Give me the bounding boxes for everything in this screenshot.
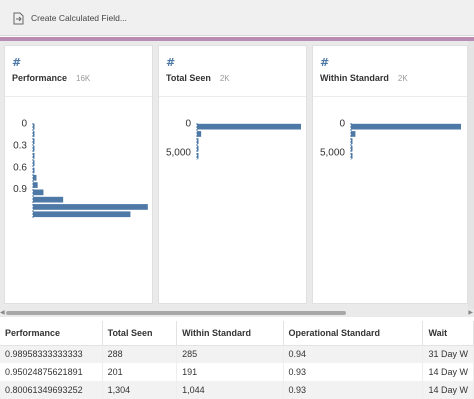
- histogram-total-seen[interactable]: 0 5,000: [159, 46, 308, 305]
- histogram-bar[interactable]: [33, 123, 35, 130]
- histogram-performance[interactable]: 0 0.3 0.6 0.9: [5, 46, 154, 305]
- table-cell[interactable]: 0.93: [283, 363, 424, 381]
- histogram-axis-label: 5,000: [320, 148, 345, 159]
- histogram-bar[interactable]: [197, 138, 199, 145]
- table-cell[interactable]: 1,304: [102, 381, 178, 399]
- histogram-within-standard[interactable]: 0 5,000: [313, 46, 469, 305]
- histogram-axis-label: 0: [21, 119, 27, 130]
- scroll-left-icon[interactable]: ◀: [0, 309, 5, 316]
- table-row[interactable]: 0.95024875621891 201 191 0.93 14 Day W: [0, 363, 474, 381]
- histogram-bar[interactable]: [197, 131, 202, 137]
- table-cell[interactable]: 288: [102, 345, 178, 363]
- profile-card-within-standard[interactable]: # Within Standard 2K 0 5,000: [312, 45, 468, 304]
- histogram-bar[interactable]: [33, 160, 35, 166]
- histogram-bar[interactable]: [33, 174, 37, 181]
- histogram-bar[interactable]: [33, 131, 35, 137]
- header-row: Performance Total Seen Within Standard O…: [0, 321, 474, 346]
- table-cell[interactable]: 14 Day W: [422, 381, 474, 399]
- table-cell[interactable]: 0.95024875621891: [0, 363, 103, 381]
- histogram-bar[interactable]: [33, 189, 44, 196]
- scroll-right-icon[interactable]: ▶: [468, 309, 473, 316]
- histogram-bar[interactable]: [33, 167, 35, 174]
- histogram-axis-label: 5,000: [166, 148, 191, 159]
- column-header[interactable]: Performance: [0, 321, 103, 346]
- profile-card-total-seen[interactable]: # Total Seen 2K 0 5,000: [158, 45, 307, 304]
- toolbar: Create Calculated Field...: [0, 0, 474, 36]
- vertical-scrollbar[interactable]: [468, 41, 474, 309]
- data-grid: Performance Total Seen Within Standard O…: [0, 321, 474, 399]
- histogram-bar[interactable]: [33, 153, 35, 159]
- histogram-bar[interactable]: [33, 211, 131, 218]
- column-header[interactable]: Wait: [422, 321, 474, 346]
- table-cell[interactable]: 0.94: [283, 345, 424, 363]
- histogram-axis-label: 0.6: [13, 162, 27, 173]
- column-header[interactable]: Within Standard: [176, 321, 284, 346]
- table-cell[interactable]: 191: [176, 363, 284, 381]
- histogram-bar[interactable]: [33, 182, 38, 188]
- table-cell[interactable]: 0.93: [283, 381, 424, 399]
- table-row[interactable]: 0.80061349693252 1,304 1,044 0.93 14 Day…: [0, 381, 474, 399]
- create-calculated-field-button[interactable]: Create Calculated Field...: [13, 9, 127, 27]
- scrollbar-thumb[interactable]: [6, 311, 346, 315]
- histogram-bar[interactable]: [351, 123, 461, 130]
- histogram-bar[interactable]: [33, 138, 35, 145]
- histogram-bar[interactable]: [351, 131, 356, 137]
- profile-card-performance[interactable]: # Performance 16K 0 0.3 0.6 0.9: [4, 45, 153, 304]
- histogram-bar[interactable]: [351, 138, 353, 145]
- histogram-bar[interactable]: [351, 153, 353, 159]
- column-header[interactable]: Total Seen: [102, 321, 178, 346]
- profile-pane: # Performance 16K 0 0.3 0.6 0.9 # Total Seen…: [0, 41, 474, 317]
- histogram-bar[interactable]: [197, 153, 199, 159]
- table-cell[interactable]: 201: [102, 363, 178, 381]
- histogram-axis-label: 0.9: [13, 184, 27, 195]
- table-cell[interactable]: 0.98958333333333: [0, 345, 103, 363]
- table-row[interactable]: 0.98958333333333 288 285 0.94 31 Day W: [0, 345, 474, 363]
- histogram-bar[interactable]: [33, 196, 64, 203]
- histogram-bar[interactable]: [351, 145, 353, 152]
- create-calculated-field-label: Create Calculated Field...: [31, 13, 127, 23]
- table-cell[interactable]: 1,044: [176, 381, 284, 399]
- histogram-axis-label: 0: [339, 119, 345, 130]
- histogram-axis-label: 0.3: [13, 140, 27, 151]
- histogram-axis-label: 0: [185, 119, 191, 130]
- column-header[interactable]: Operational Standard: [283, 321, 424, 346]
- horizontal-scrollbar[interactable]: ◀ ▶: [0, 309, 474, 317]
- table-cell[interactable]: 285: [176, 345, 284, 363]
- histogram-bar[interactable]: [33, 145, 35, 152]
- table-cell[interactable]: 14 Day W: [422, 363, 474, 381]
- calculated-field-icon: [13, 12, 24, 24]
- table-cell[interactable]: 0.80061349693252: [0, 381, 103, 399]
- histogram-bar[interactable]: [197, 123, 301, 130]
- histogram-bar[interactable]: [197, 145, 199, 152]
- histogram-bar[interactable]: [33, 204, 148, 210]
- table-cell[interactable]: 31 Day W: [422, 345, 474, 363]
